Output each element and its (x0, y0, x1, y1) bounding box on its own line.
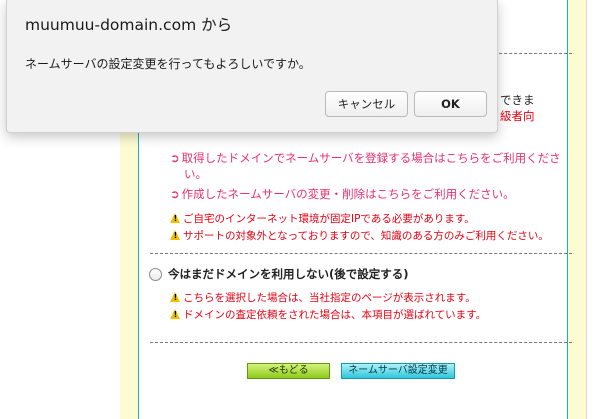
option-later-warning-1-text: こちらを選択した場合は、当社指定のページが表示されます。 (183, 292, 476, 304)
warning-icon (170, 309, 181, 319)
option-later-label[interactable]: 今はまだドメインを利用しない(後で設定する) (168, 266, 409, 282)
top-right-text-1: できま (500, 93, 535, 107)
right-strip (586, 0, 604, 419)
divider-bottom (150, 342, 572, 343)
section-a-item-1-text: 取得したドメインでネームサーバを登録する場合はこちらをご利用くださ (181, 151, 561, 165)
option-later-warning-1: こちらを選択した場合は、当社指定のページが表示されます。 (170, 290, 476, 306)
dialog-title: muumuu-domain.com から (25, 16, 233, 34)
bullet-arrow-icon: ➲ (170, 151, 180, 165)
confirm-dialog: muumuu-domain.com から ネームサーバの設定変更を行ってもよろし… (6, 0, 498, 133)
back-button[interactable]: ≪もどる (247, 363, 330, 379)
warning-icon (170, 292, 181, 302)
section-a-warning-2: サポートの対象外となっておりますので、知識のある方のみご利用ください。 (170, 228, 549, 244)
cancel-button[interactable]: キャンセル (325, 91, 408, 117)
warning-icon (170, 230, 181, 240)
section-a-item-2: ➲ 作成したネームサーバの変更・削除はこちらをご利用ください。 (170, 186, 515, 202)
bullet-arrow-icon: ➲ (170, 187, 180, 201)
divider-middle (150, 253, 572, 254)
option-later-warning-2-text: ドメインの査定依頼をされた場合は、本項目が選ばれています。 (183, 309, 487, 321)
option-later-warning-2: ドメインの査定依頼をされた場合は、本項目が選ばれています。 (170, 307, 486, 323)
nameserver-change-button[interactable]: ネームサーバ設定変更 (341, 363, 455, 379)
section-a-item-1: ➲ 取得したドメインでネームサーバを登録する場合はこちらをご利用くださ (170, 150, 561, 166)
top-right-text-2: 級者向 (500, 109, 535, 123)
section-a-item-2-text: 作成したネームサーバの変更・削除はこちらをご利用ください。 (181, 187, 515, 201)
dialog-message: ネームサーバの設定変更を行ってもよろしいですか。 (25, 57, 311, 71)
warning-icon (170, 213, 181, 223)
section-a-warning-2-text: サポートの対象外となっておりますので、知識のある方のみご利用ください。 (183, 230, 549, 242)
section-a-item-1-cont: い。 (184, 167, 207, 181)
section-a-warning-1-text: ご自宅のインターネット環境が固定IPである必要があります。 (183, 213, 475, 225)
radio-later[interactable] (149, 268, 162, 281)
section-a-warning-1: ご自宅のインターネット環境が固定IPである必要があります。 (170, 211, 475, 227)
ok-button[interactable]: OK (414, 91, 487, 117)
